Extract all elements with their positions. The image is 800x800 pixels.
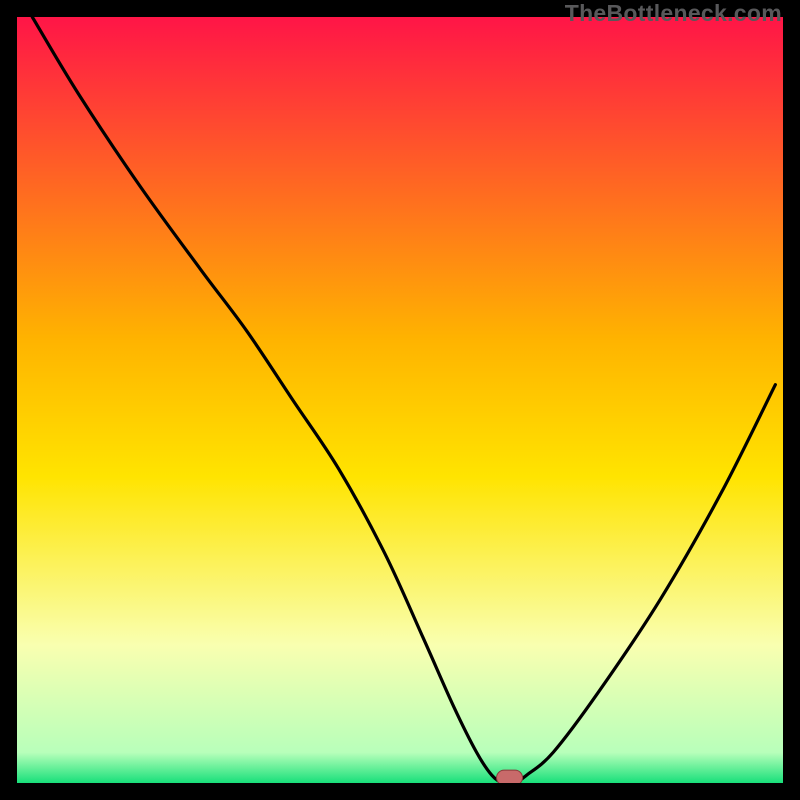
plot-area <box>17 17 783 783</box>
watermark-text: TheBottleneck.com <box>565 0 782 27</box>
gradient-background <box>17 17 783 783</box>
optimum-marker <box>497 770 523 783</box>
chart-frame: TheBottleneck.com <box>0 0 800 800</box>
chart-svg <box>17 17 783 783</box>
